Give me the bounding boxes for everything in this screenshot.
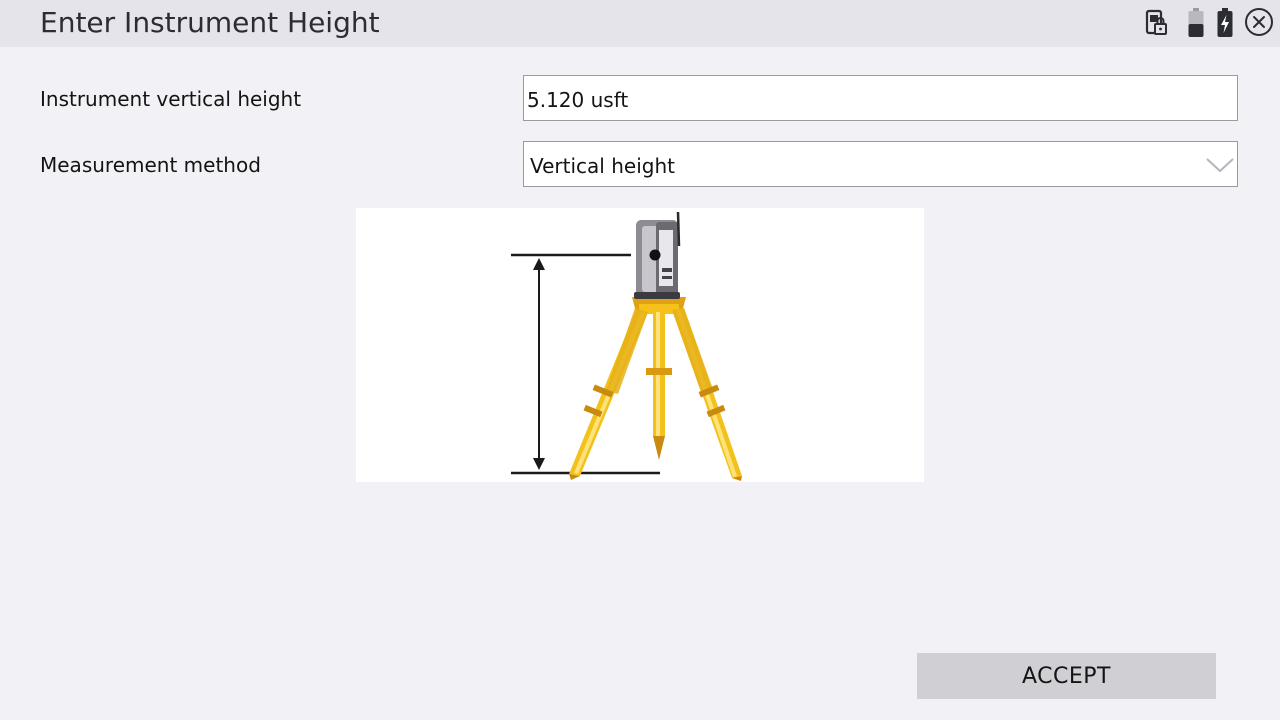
instrument-height-value[interactable]: 5.120 usft (527, 88, 628, 112)
instrument-height-label: Instrument vertical height (40, 87, 302, 111)
instrument-height-input[interactable]: 5.120 usft (523, 75, 1238, 121)
controller-lock-icon[interactable] (1144, 7, 1168, 37)
measurement-method-value[interactable]: Vertical height (530, 154, 675, 178)
measurement-method-label: Measurement method (40, 153, 261, 177)
instrument-height-diagram (356, 208, 924, 482)
measurement-method-select[interactable]: Vertical height (523, 141, 1238, 187)
battery-charging-icon (1217, 8, 1233, 37)
accept-button[interactable]: ACCEPT (917, 653, 1216, 699)
close-icon[interactable] (1244, 7, 1274, 37)
battery-low-icon (1188, 8, 1204, 37)
chevron-down-icon[interactable] (1205, 156, 1235, 174)
title-bar: Enter Instrument Height (0, 0, 1280, 47)
page-title: Enter Instrument Height (40, 6, 380, 39)
total-station-tripod-illustration (511, 211, 742, 481)
